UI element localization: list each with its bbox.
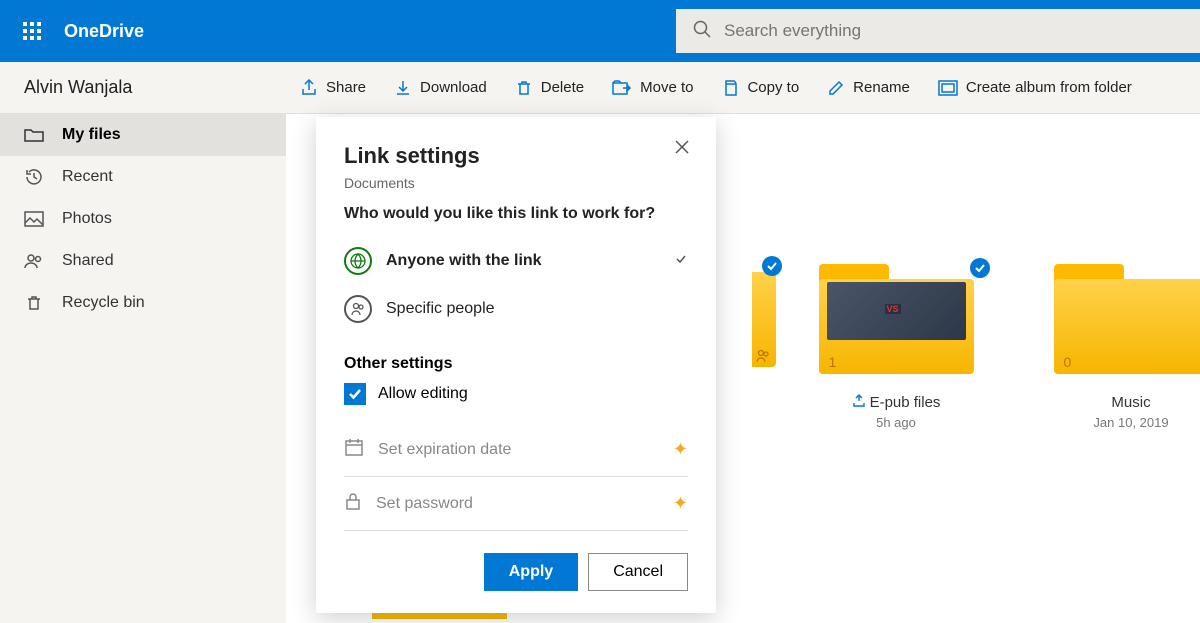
dialog-subtitle: Documents xyxy=(344,175,688,191)
nav-label: Recent xyxy=(62,168,113,186)
shared-badge-icon xyxy=(852,394,866,411)
share-label: Share xyxy=(326,79,366,96)
user-name: Alvin Wanjala xyxy=(0,77,286,98)
nav-label: Recycle bin xyxy=(62,294,145,312)
create-album-label: Create album from folder xyxy=(966,79,1132,96)
copyto-action[interactable]: Copy to xyxy=(707,62,813,114)
link-settings-dialog: Link settings Documents Who would you li… xyxy=(316,117,716,613)
share-icon xyxy=(300,79,318,97)
moveto-action[interactable]: Move to xyxy=(598,62,707,114)
set-password-row[interactable]: Set password ✦ xyxy=(344,477,688,531)
nav-myfiles[interactable]: My files xyxy=(0,114,286,156)
nav-shared[interactable]: Shared xyxy=(0,240,286,282)
moveto-label: Move to xyxy=(640,79,693,96)
people-icon xyxy=(344,295,372,323)
setting-label: Set expiration date xyxy=(378,441,511,459)
dialog-question: Who would you like this link to work for… xyxy=(344,205,688,223)
trash-icon xyxy=(515,79,533,97)
close-button[interactable] xyxy=(674,139,690,160)
brand-title: OneDrive xyxy=(64,21,144,42)
set-expiration-row[interactable]: Set expiration date ✦ xyxy=(344,423,688,477)
cancel-button[interactable]: Cancel xyxy=(588,553,688,591)
download-label: Download xyxy=(420,79,487,96)
calendar-icon xyxy=(344,437,364,462)
left-nav: My files Recent Photos Shared Recycle bi… xyxy=(0,114,286,623)
globe-icon xyxy=(344,247,372,275)
app-launcher-icon[interactable] xyxy=(8,7,56,55)
allow-editing-checkbox[interactable]: Allow editing xyxy=(344,383,688,405)
checkbox-checked-icon xyxy=(344,383,366,405)
copyto-label: Copy to xyxy=(747,79,799,96)
nav-label: Photos xyxy=(62,210,112,228)
download-icon xyxy=(394,79,412,97)
option-anyone[interactable]: Anyone with the link xyxy=(344,237,688,285)
folder-card[interactable] xyxy=(716,256,776,470)
option-label: Anyone with the link xyxy=(386,252,542,270)
rename-label: Rename xyxy=(853,79,910,96)
setting-label: Set password xyxy=(376,495,473,513)
check-icon xyxy=(762,256,782,276)
folder-icon xyxy=(24,127,44,143)
lock-icon xyxy=(344,491,362,516)
folder-card[interactable]: VS 1 E-pub files 5h ago xyxy=(806,264,986,430)
nav-recycle[interactable]: Recycle bin xyxy=(0,282,286,324)
nav-label: Shared xyxy=(62,252,114,270)
chevron-down-icon xyxy=(674,252,688,271)
other-settings-label: Other settings xyxy=(344,355,688,373)
search-box[interactable] xyxy=(676,9,1200,53)
people-icon xyxy=(24,253,44,269)
moveto-icon xyxy=(612,80,632,96)
share-action[interactable]: Share xyxy=(286,62,380,114)
check-icon xyxy=(970,258,990,278)
folder-count: 1 xyxy=(829,354,837,370)
nav-label: My files xyxy=(62,126,121,144)
search-icon xyxy=(692,19,712,44)
download-action[interactable]: Download xyxy=(380,62,501,114)
folder-date: Jan 10, 2019 xyxy=(1093,415,1168,430)
rename-action[interactable]: Rename xyxy=(813,62,924,114)
clock-icon xyxy=(24,168,44,186)
folder-name: E-pub files xyxy=(870,394,941,411)
copyto-icon xyxy=(721,79,739,97)
people-icon xyxy=(756,349,770,368)
premium-icon: ✦ xyxy=(673,493,688,514)
recycle-icon xyxy=(24,294,44,312)
option-specific[interactable]: Specific people xyxy=(344,285,688,333)
folder-name: Music xyxy=(1111,394,1150,411)
delete-action[interactable]: Delete xyxy=(501,62,598,114)
premium-icon: ✦ xyxy=(673,439,688,460)
album-icon xyxy=(938,80,958,96)
apply-button[interactable]: Apply xyxy=(484,553,578,591)
command-bar: Alvin Wanjala Share Download Delete Move… xyxy=(0,62,1200,114)
delete-label: Delete xyxy=(541,79,584,96)
dialog-title: Link settings xyxy=(344,143,688,169)
top-bar: OneDrive xyxy=(0,0,1200,62)
nav-recent[interactable]: Recent xyxy=(0,156,286,198)
folder-card[interactable]: 0 Music Jan 10, 2019 xyxy=(1041,264,1200,430)
nav-photos[interactable]: Photos xyxy=(0,198,286,240)
search-input[interactable] xyxy=(724,21,1184,41)
option-label: Specific people xyxy=(386,300,495,318)
pencil-icon xyxy=(827,79,845,97)
checkbox-label: Allow editing xyxy=(378,385,468,403)
folder-date: 5h ago xyxy=(876,415,916,430)
create-album-action[interactable]: Create album from folder xyxy=(924,62,1146,114)
folder-count: 0 xyxy=(1064,354,1072,370)
photo-icon xyxy=(24,211,44,227)
